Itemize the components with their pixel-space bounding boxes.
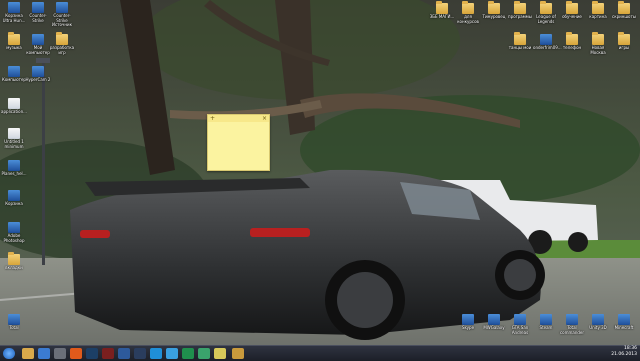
document-icon [8, 128, 20, 139]
folder-icon [488, 1, 500, 14]
document-icon [8, 98, 20, 109]
folder-icon [462, 1, 474, 14]
desktop-icon[interactable]: обучение [559, 1, 585, 20]
desktop-icon[interactable]: HyperCam 2 [25, 66, 51, 83]
desktop-icon[interactable]: Steam [533, 314, 559, 331]
desktop-icon[interactable]: вкладки [1, 252, 27, 271]
taskbar-firefox-icon[interactable] [118, 348, 130, 359]
steam-icon [540, 314, 552, 325]
desktop-icon[interactable]: GTA San Andreas [507, 314, 533, 335]
total-commander-icon [566, 314, 578, 325]
desktop-icon[interactable]: скриншоты [611, 1, 637, 20]
taskbar: 18:36 21.06.2013 [0, 345, 640, 361]
sticky-note-titlebar[interactable]: + × [208, 115, 269, 122]
taskbar-folder-icon[interactable] [22, 348, 34, 359]
folder-icon [8, 252, 20, 265]
desktop-icon[interactable]: Мой компьютер [25, 34, 51, 55]
taskbar-paint-icon[interactable] [198, 348, 210, 359]
folder-icon [540, 1, 552, 14]
taskbar-monitor-icon[interactable] [54, 348, 66, 359]
desktop-icon[interactable]: Planes_hel... [1, 160, 27, 177]
desktop-icon[interactable]: onderfrim09... [533, 34, 562, 51]
folder-icon [618, 1, 630, 14]
desktop-icon[interactable]: телефон [559, 32, 585, 51]
desktop-icon[interactable]: игры [611, 32, 637, 51]
folder-icon [56, 32, 68, 45]
planes-icon [8, 160, 20, 171]
recycle-bin-icon [8, 2, 20, 13]
taskbar-chrome-icon[interactable] [134, 348, 146, 359]
skype-icon [462, 314, 474, 325]
wallpaper-image [0, 0, 640, 345]
desktop-icon[interactable]: application... [1, 98, 27, 115]
desktop-icon[interactable]: League of Legends [533, 1, 559, 24]
folder-icon [566, 1, 578, 14]
desktop-icon[interactable]: Counter-Strike Источник [49, 2, 75, 28]
desktop-icon[interactable]: Корзина [1, 190, 27, 207]
taskbar-photoshop-icon[interactable] [86, 348, 98, 359]
app-icon [540, 34, 552, 45]
app-icon [488, 314, 500, 325]
folder-icon [514, 32, 526, 45]
desktop-icon[interactable]: картина [585, 1, 611, 20]
desktop-icon[interactable]: MWGalaxy [481, 314, 507, 331]
desktop-icon[interactable]: для конкурсов [455, 1, 481, 24]
clock-date[interactable]: 21.06.2013 [611, 352, 637, 358]
desktop-icon[interactable]: Minecraft [611, 314, 637, 331]
desktop-icon[interactable]: Adobe Photoshop [1, 222, 27, 243]
desktop-icon[interactable]: Корзина Ultra Hun... [1, 2, 27, 23]
cs-icon [32, 2, 44, 13]
music-folder-icon [8, 32, 20, 45]
start-button[interactable] [3, 348, 15, 359]
css-icon [56, 2, 68, 13]
hypercam-icon [32, 66, 44, 77]
sticky-note-add-button[interactable]: + [210, 115, 215, 122]
desktop-icon[interactable]: Тимуровец [481, 1, 507, 20]
folder-icon [592, 32, 604, 45]
unity-icon [592, 314, 604, 325]
taskbar-media-icon[interactable] [70, 348, 82, 359]
desktop-icon[interactable]: Компьютер [1, 66, 27, 83]
taskbar-store-icon[interactable] [182, 348, 194, 359]
sticky-note[interactable]: + × [207, 114, 270, 171]
app-icon [8, 314, 20, 325]
system-tray: 18:36 21.06.2013 [611, 346, 640, 361]
gta-icon [514, 314, 526, 325]
my-computer-icon [32, 34, 44, 45]
desktop-icon[interactable]: ЗБЕ МАГИ... [429, 1, 455, 20]
taskbar-after-effects-icon[interactable] [102, 348, 114, 359]
desktop-icon[interactable]: Total commander [559, 314, 585, 335]
minecraft-icon [618, 314, 630, 325]
taskbar-folders-icon[interactable] [232, 348, 244, 359]
folder-icon [618, 32, 630, 45]
taskbar-skype-icon[interactable] [150, 348, 162, 359]
desktop-icon[interactable]: Untitled 1 minimum [1, 128, 27, 149]
folder-icon [514, 1, 526, 14]
desktop-icon[interactable]: Counter-Strike [25, 2, 51, 23]
folder-icon [436, 1, 448, 14]
folder-icon [592, 1, 604, 14]
desktop-icon[interactable]: программы [507, 1, 533, 20]
recycle-bin-icon [8, 190, 20, 201]
taskbar-skype2-icon[interactable] [166, 348, 178, 359]
taskbar-explorer-icon[interactable] [38, 348, 50, 359]
desktop-wallpaper: Корзина Ultra Hun... Counter-Strike Coun… [0, 0, 640, 345]
desktop-icon[interactable]: танцы мои [507, 32, 533, 51]
desktop-icon[interactable]: разработка игр [49, 32, 75, 55]
desktop-icon[interactable]: Skype [455, 314, 481, 331]
desktop-icon[interactable]: Unity 3D [585, 314, 611, 331]
folder-icon [566, 32, 578, 45]
desktop-icon[interactable]: Total [1, 314, 27, 331]
sticky-note-text[interactable] [208, 122, 269, 172]
desktop-icon[interactable]: Новая Москва [585, 32, 611, 55]
taskbar-notes-icon[interactable] [214, 348, 226, 359]
sticky-note-close-button[interactable]: × [262, 115, 267, 122]
photoshop-icon [8, 222, 20, 233]
computer-icon [8, 66, 20, 77]
desktop-icon[interactable]: музыка [1, 32, 27, 51]
